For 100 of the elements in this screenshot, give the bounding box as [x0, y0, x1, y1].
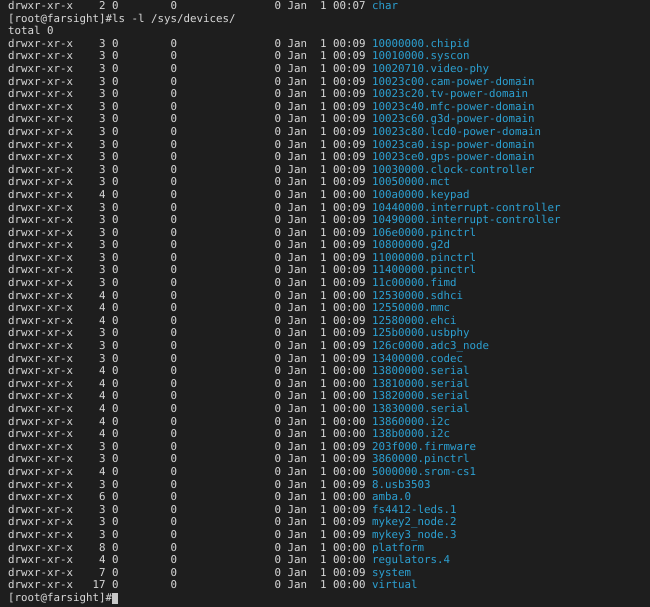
link-count-text: 3 [98, 504, 106, 516]
month-text: Jan [288, 579, 307, 592]
permissions-text: drwxr-xr-x [8, 314, 73, 328]
day-text: 1 [318, 88, 326, 101]
group-text: 0 [170, 352, 178, 366]
link-count-text: 3 [98, 113, 106, 126]
directory-name: 10050000.mct [372, 176, 450, 189]
owner-text: 0 [112, 113, 120, 126]
month-text: Jan [288, 302, 307, 315]
time-text: 00:09 [333, 453, 366, 466]
size-text: 0 [273, 176, 281, 189]
owner-text: 0 [112, 38, 120, 50]
owner-text: 0 [112, 554, 120, 567]
size-text: 0 [273, 327, 281, 340]
group-text: 0 [170, 88, 178, 101]
day-text: 1 [318, 188, 326, 202]
day-text: 1 [318, 466, 326, 479]
permissions-text: drwxr-xr-x [8, 164, 73, 176]
group-text: 0 [170, 138, 178, 152]
day-text: 1 [318, 579, 326, 592]
owner-text: 0 [112, 566, 120, 580]
month-text: Jan [288, 239, 307, 252]
size-text: 0 [273, 403, 281, 416]
month-text: Jan [288, 164, 307, 176]
owner-text: 0 [112, 327, 120, 340]
group-text: 0 [170, 390, 178, 403]
owner-text: 0 [112, 453, 120, 466]
day-text: 1 [318, 340, 326, 353]
time-text: 00:00 [333, 579, 366, 592]
link-count-text: 4 [98, 403, 106, 416]
directory-name: 10023c40.mfc-power-domain [372, 100, 535, 114]
month-text: Jan [288, 264, 307, 278]
owner-text: 0 [112, 352, 120, 366]
link-count-text: 3 [98, 277, 106, 290]
group-text: 0 [170, 542, 178, 554]
group-text: 0 [170, 478, 178, 492]
owner-text: 0 [112, 264, 120, 278]
owner-text: 0 [112, 528, 120, 542]
directory-name: 11400000.pinctrl [372, 264, 476, 278]
day-text: 1 [318, 478, 326, 492]
link-count-text: 4 [98, 390, 106, 403]
group-text: 0 [170, 264, 178, 278]
size-text: 0 [273, 126, 281, 139]
directory-name: amba.0 [372, 491, 412, 504]
day-text: 1 [318, 290, 326, 302]
directory-name: platform [372, 542, 424, 554]
size-text: 0 [273, 214, 281, 227]
time-text: 00:07 [333, 0, 366, 13]
permissions-text: drwxr-xr-x [8, 88, 73, 101]
size-text: 0 [273, 113, 281, 126]
directory-name: 203f000.firmware [372, 440, 476, 454]
group-text: 0 [170, 453, 178, 466]
directory-name: 10020710.video-phy [372, 62, 490, 76]
time-text: 00:00 [333, 302, 366, 315]
month-text: Jan [288, 88, 307, 101]
day-text: 1 [318, 62, 326, 76]
day-text: 1 [318, 403, 326, 416]
group-text: 0 [170, 252, 178, 264]
directory-name: 10023ce0.gps-power-domain [372, 151, 535, 164]
owner-text: 0 [112, 126, 120, 139]
link-count-text: 3 [98, 352, 106, 366]
size-text: 0 [273, 352, 281, 366]
day-text: 1 [318, 327, 326, 340]
size-text: 0 [273, 239, 281, 252]
group-text: 0 [170, 151, 178, 164]
month-text: Jan [288, 226, 307, 240]
directory-name: 11000000.pinctrl [372, 252, 476, 264]
day-text: 1 [318, 239, 326, 252]
permissions-text: drwxr-xr-x [8, 327, 73, 340]
month-text: Jan [288, 202, 307, 214]
owner-text: 0 [112, 365, 120, 378]
group-text: 0 [170, 340, 178, 353]
group-text: 0 [170, 113, 178, 126]
permissions-text: drwxr-xr-x [8, 302, 73, 315]
directory-name: fs4412-leds.1 [372, 504, 457, 516]
size-text: 0 [273, 378, 281, 390]
owner-text: 0 [112, 50, 120, 63]
directory-name: 8.usb3503 [372, 478, 431, 492]
owner-text: 0 [112, 466, 120, 479]
size-text: 0 [273, 252, 281, 264]
day-text: 1 [318, 542, 326, 554]
month-text: Jan [288, 504, 307, 516]
owner-text: 0 [112, 277, 120, 290]
link-count-text: 3 [98, 327, 106, 340]
day-text: 1 [318, 214, 326, 227]
month-text: Jan [288, 76, 307, 88]
permissions-text: drwxr-xr-x [8, 290, 73, 302]
group-text: 0 [170, 504, 178, 516]
day-text: 1 [318, 252, 326, 264]
directory-name: 10023c60.g3d-power-domain [372, 113, 535, 126]
size-text: 0 [273, 290, 281, 302]
size-text: 0 [273, 428, 281, 441]
day-text: 1 [318, 226, 326, 240]
link-count-text: 3 [98, 88, 106, 101]
directory-name: regulators.4 [372, 554, 450, 567]
time-text: 00:00 [333, 403, 366, 416]
permissions-text: drwxr-xr-x [8, 226, 73, 240]
owner-text: 0 [112, 239, 120, 252]
group-text: 0 [170, 365, 178, 378]
day-text: 1 [318, 416, 326, 428]
